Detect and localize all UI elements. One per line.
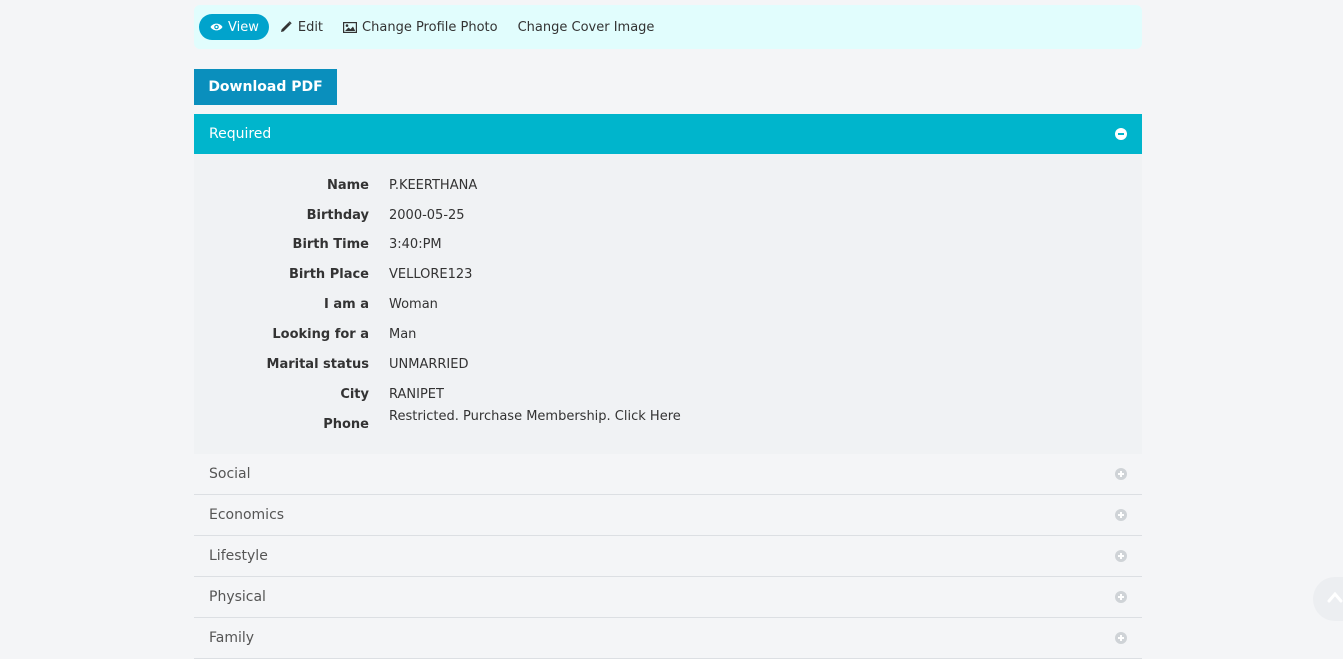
field-row-birthday: Birthday 2000-05-25: [194, 205, 1142, 225]
scroll-to-top-button[interactable]: [1313, 577, 1343, 621]
field-value: RANIPET: [389, 386, 444, 402]
pencil-icon: [279, 20, 293, 34]
download-pdf-button[interactable]: Download PDF: [194, 69, 337, 105]
field-label: City: [340, 386, 369, 402]
field-row-looking-for: Looking for a Man: [194, 324, 1142, 344]
tab-view-label: View: [228, 19, 259, 35]
field-row-birth-place: Birth Place VELLORE123: [194, 264, 1142, 284]
field-label: Marital status: [266, 356, 369, 372]
field-row-birth-time: Birth Time 3:40:PM: [194, 234, 1142, 254]
tab-edit-label: Edit: [297, 19, 324, 35]
image-icon: [343, 20, 358, 34]
panel-title-family: Family: [209, 630, 255, 646]
panel-header-physical[interactable]: Physical: [194, 577, 1142, 618]
eye-icon: [209, 20, 223, 34]
panel-header-required[interactable]: Required: [194, 114, 1142, 154]
field-label: Birth Place: [288, 266, 369, 282]
panel-header-family[interactable]: Family: [194, 618, 1142, 659]
field-value: 2000-05-25: [389, 207, 465, 223]
chevron-up-icon: [1327, 591, 1343, 603]
tab-change-profile-photo[interactable]: Change Profile Photo: [333, 14, 508, 40]
tab-change-cover-image[interactable]: Change Cover Image: [508, 14, 665, 40]
field-row-phone: Phone Restricted. Purchase Membership. C…: [194, 409, 1142, 434]
field-label: Name: [326, 177, 369, 193]
field-row-city: City RANIPET: [194, 384, 1142, 404]
field-value: Man: [389, 326, 417, 342]
field-label: Looking for a: [272, 326, 369, 342]
tab-view[interactable]: View: [199, 14, 269, 40]
minus-circle-icon[interactable]: [1115, 128, 1127, 140]
phone-membership-link[interactable]: Restricted. Purchase Membership. Click H…: [389, 409, 681, 424]
field-value: 3:40:PM: [389, 236, 442, 252]
field-label: Birth Time: [292, 236, 369, 252]
tab-edit[interactable]: Edit: [269, 14, 333, 40]
field-label: Birthday: [306, 207, 369, 223]
field-row-gender: I am a Woman: [194, 294, 1142, 314]
plus-circle-icon[interactable]: [1115, 591, 1127, 603]
field-label: I am a: [324, 296, 369, 312]
field-value: UNMARRIED: [389, 356, 469, 372]
panel-body-required: Name P.KEERTHANA Birthday 2000-05-25 Bir…: [194, 154, 1142, 454]
plus-circle-icon[interactable]: [1115, 468, 1127, 480]
plus-circle-icon[interactable]: [1115, 632, 1127, 644]
panel-title-lifestyle: Lifestyle: [209, 548, 268, 564]
panel-title-physical: Physical: [209, 589, 266, 605]
panel-title-required: Required: [209, 126, 272, 142]
panel-title-economics: Economics: [209, 507, 285, 523]
field-value: Woman: [389, 296, 438, 312]
panel-header-economics[interactable]: Economics: [194, 495, 1142, 536]
field-row-marital-status: Marital status UNMARRIED: [194, 354, 1142, 374]
profile-tab-bar: View Edit Change Profile Photo Change Co…: [194, 5, 1142, 49]
panel-header-social[interactable]: Social: [194, 454, 1142, 495]
plus-circle-icon[interactable]: [1115, 550, 1127, 562]
tab-change-profile-photo-label: Change Profile Photo: [362, 19, 498, 35]
panel-title-social: Social: [209, 466, 251, 482]
tab-change-cover-image-label: Change Cover Image: [517, 19, 655, 35]
field-label: Phone: [323, 416, 369, 432]
field-row-name: Name P.KEERTHANA: [194, 175, 1142, 195]
field-value: VELLORE123: [389, 266, 473, 282]
field-value: P.KEERTHANA: [389, 177, 478, 193]
panel-header-lifestyle[interactable]: Lifestyle: [194, 536, 1142, 577]
plus-circle-icon[interactable]: [1115, 509, 1127, 521]
